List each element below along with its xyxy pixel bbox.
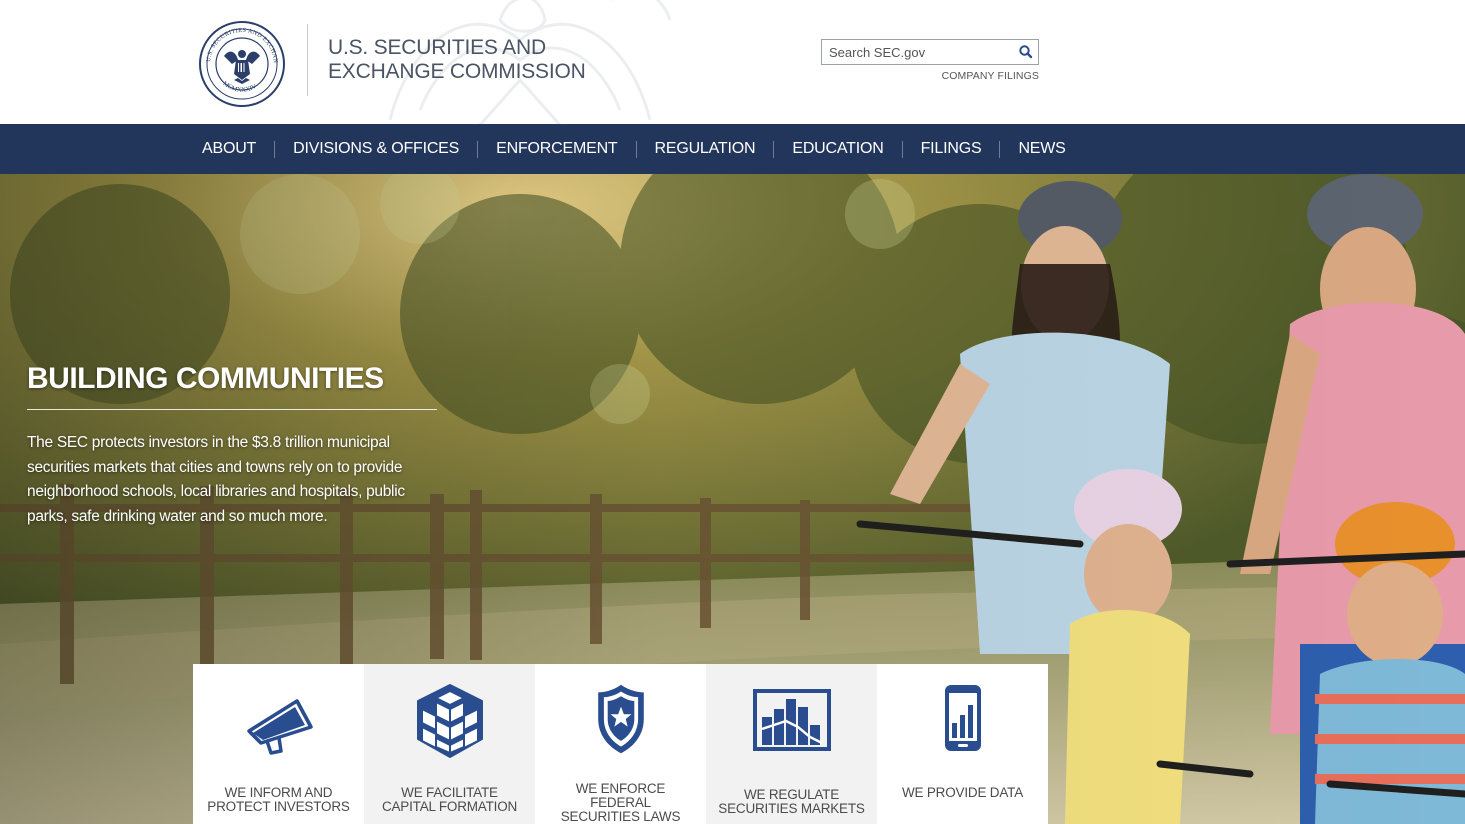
search-icon	[1019, 45, 1033, 59]
search-button[interactable]	[1017, 43, 1035, 61]
nav-item-about[interactable]: ABOUT	[184, 140, 274, 158]
tile-label-line1: WE PROVIDE DATA	[901, 785, 1023, 800]
hero-content: BUILDING COMMUNITIES The SEC protects in…	[27, 362, 437, 529]
nav-item-divisions-offices[interactable]: DIVISIONS & OFFICES	[275, 140, 477, 158]
tile-label-line1: WE REGULATE	[743, 787, 840, 802]
tile-label-line1: WE INFORM AND	[224, 785, 333, 800]
agency-name-line2: EXCHANGE COMMISSION	[328, 60, 586, 83]
tile-regulate-securities-markets[interactable]: WE REGULATE SECURITIES MARKETS	[706, 664, 877, 824]
tile-facilitate-capital-formation[interactable]: WE FACILITATE CAPITAL FORMATION	[364, 664, 535, 824]
tile-label: WE FACILITATE CAPITAL FORMATION	[375, 786, 525, 814]
cubes-icon	[416, 684, 483, 758]
company-filings-link[interactable]: COMPANY FILINGS	[940, 70, 1039, 82]
tile-label-line1: WE FACILITATE	[401, 785, 498, 800]
nav-item-education[interactable]: EDUCATION	[774, 140, 901, 158]
tile-label-line1: WE ENFORCE FEDERAL	[575, 781, 666, 810]
tile-label-line2: PROTECT INVESTORS	[207, 799, 350, 814]
tile-label: WE REGULATE SECURITIES MARKETS	[717, 788, 867, 816]
search-input[interactable]	[822, 40, 1012, 64]
agency-name-link[interactable]: U.S. SECURITIES AND EXCHANGE COMMISSION	[328, 36, 586, 84]
mission-tiles: WE INFORM AND PROTECT INVESTORS WE FACIL…	[193, 664, 1048, 824]
tile-inform-protect-investors[interactable]: WE INFORM AND PROTECT INVESTORS	[193, 664, 364, 824]
search-box	[821, 39, 1039, 65]
nav-item-news[interactable]: NEWS	[1000, 140, 1083, 158]
shield-star-icon	[597, 684, 644, 754]
tile-label-line2: CAPITAL FORMATION	[381, 799, 518, 814]
bar-chart-icon	[752, 689, 831, 751]
mobile-data-icon	[944, 685, 981, 751]
hero-title: BUILDING COMMUNITIES	[27, 362, 437, 410]
tile-label-line2: SECURITIES LAWS	[560, 809, 681, 824]
site-header: U.S. SECURITIES AND EXCHANGE COMMISSION …	[0, 0, 1465, 124]
main-nav: ABOUT DIVISIONS & OFFICES ENFORCEMENT RE…	[0, 124, 1465, 174]
hero-description: The SEC protects investors in the $3.8 t…	[27, 434, 405, 525]
nav-item-filings[interactable]: FILINGS	[903, 140, 1000, 158]
tile-label: WE ENFORCE FEDERAL SECURITIES LAWS	[546, 782, 696, 824]
sec-seal-icon: U.S. SECURITIES AND EXCHANGE COMMISSION …	[195, 13, 285, 107]
megaphone-icon	[246, 699, 313, 755]
tile-label: WE INFORM AND PROTECT INVESTORS	[204, 786, 354, 814]
header-divider	[307, 24, 308, 96]
nav-item-regulation[interactable]: REGULATION	[637, 140, 774, 158]
tile-label-line2: SECURITIES MARKETS	[718, 801, 865, 816]
sec-seal-logo[interactable]: U.S. SECURITIES AND EXCHANGE COMMISSION …	[195, 13, 286, 110]
tile-label: WE PROVIDE DATA	[888, 786, 1038, 800]
tile-provide-data[interactable]: WE PROVIDE DATA	[877, 664, 1048, 824]
agency-name-line1: U.S. SECURITIES AND	[328, 36, 546, 59]
tile-enforce-securities-laws[interactable]: WE ENFORCE FEDERAL SECURITIES LAWS	[535, 664, 706, 824]
nav-item-enforcement[interactable]: ENFORCEMENT	[478, 140, 635, 158]
